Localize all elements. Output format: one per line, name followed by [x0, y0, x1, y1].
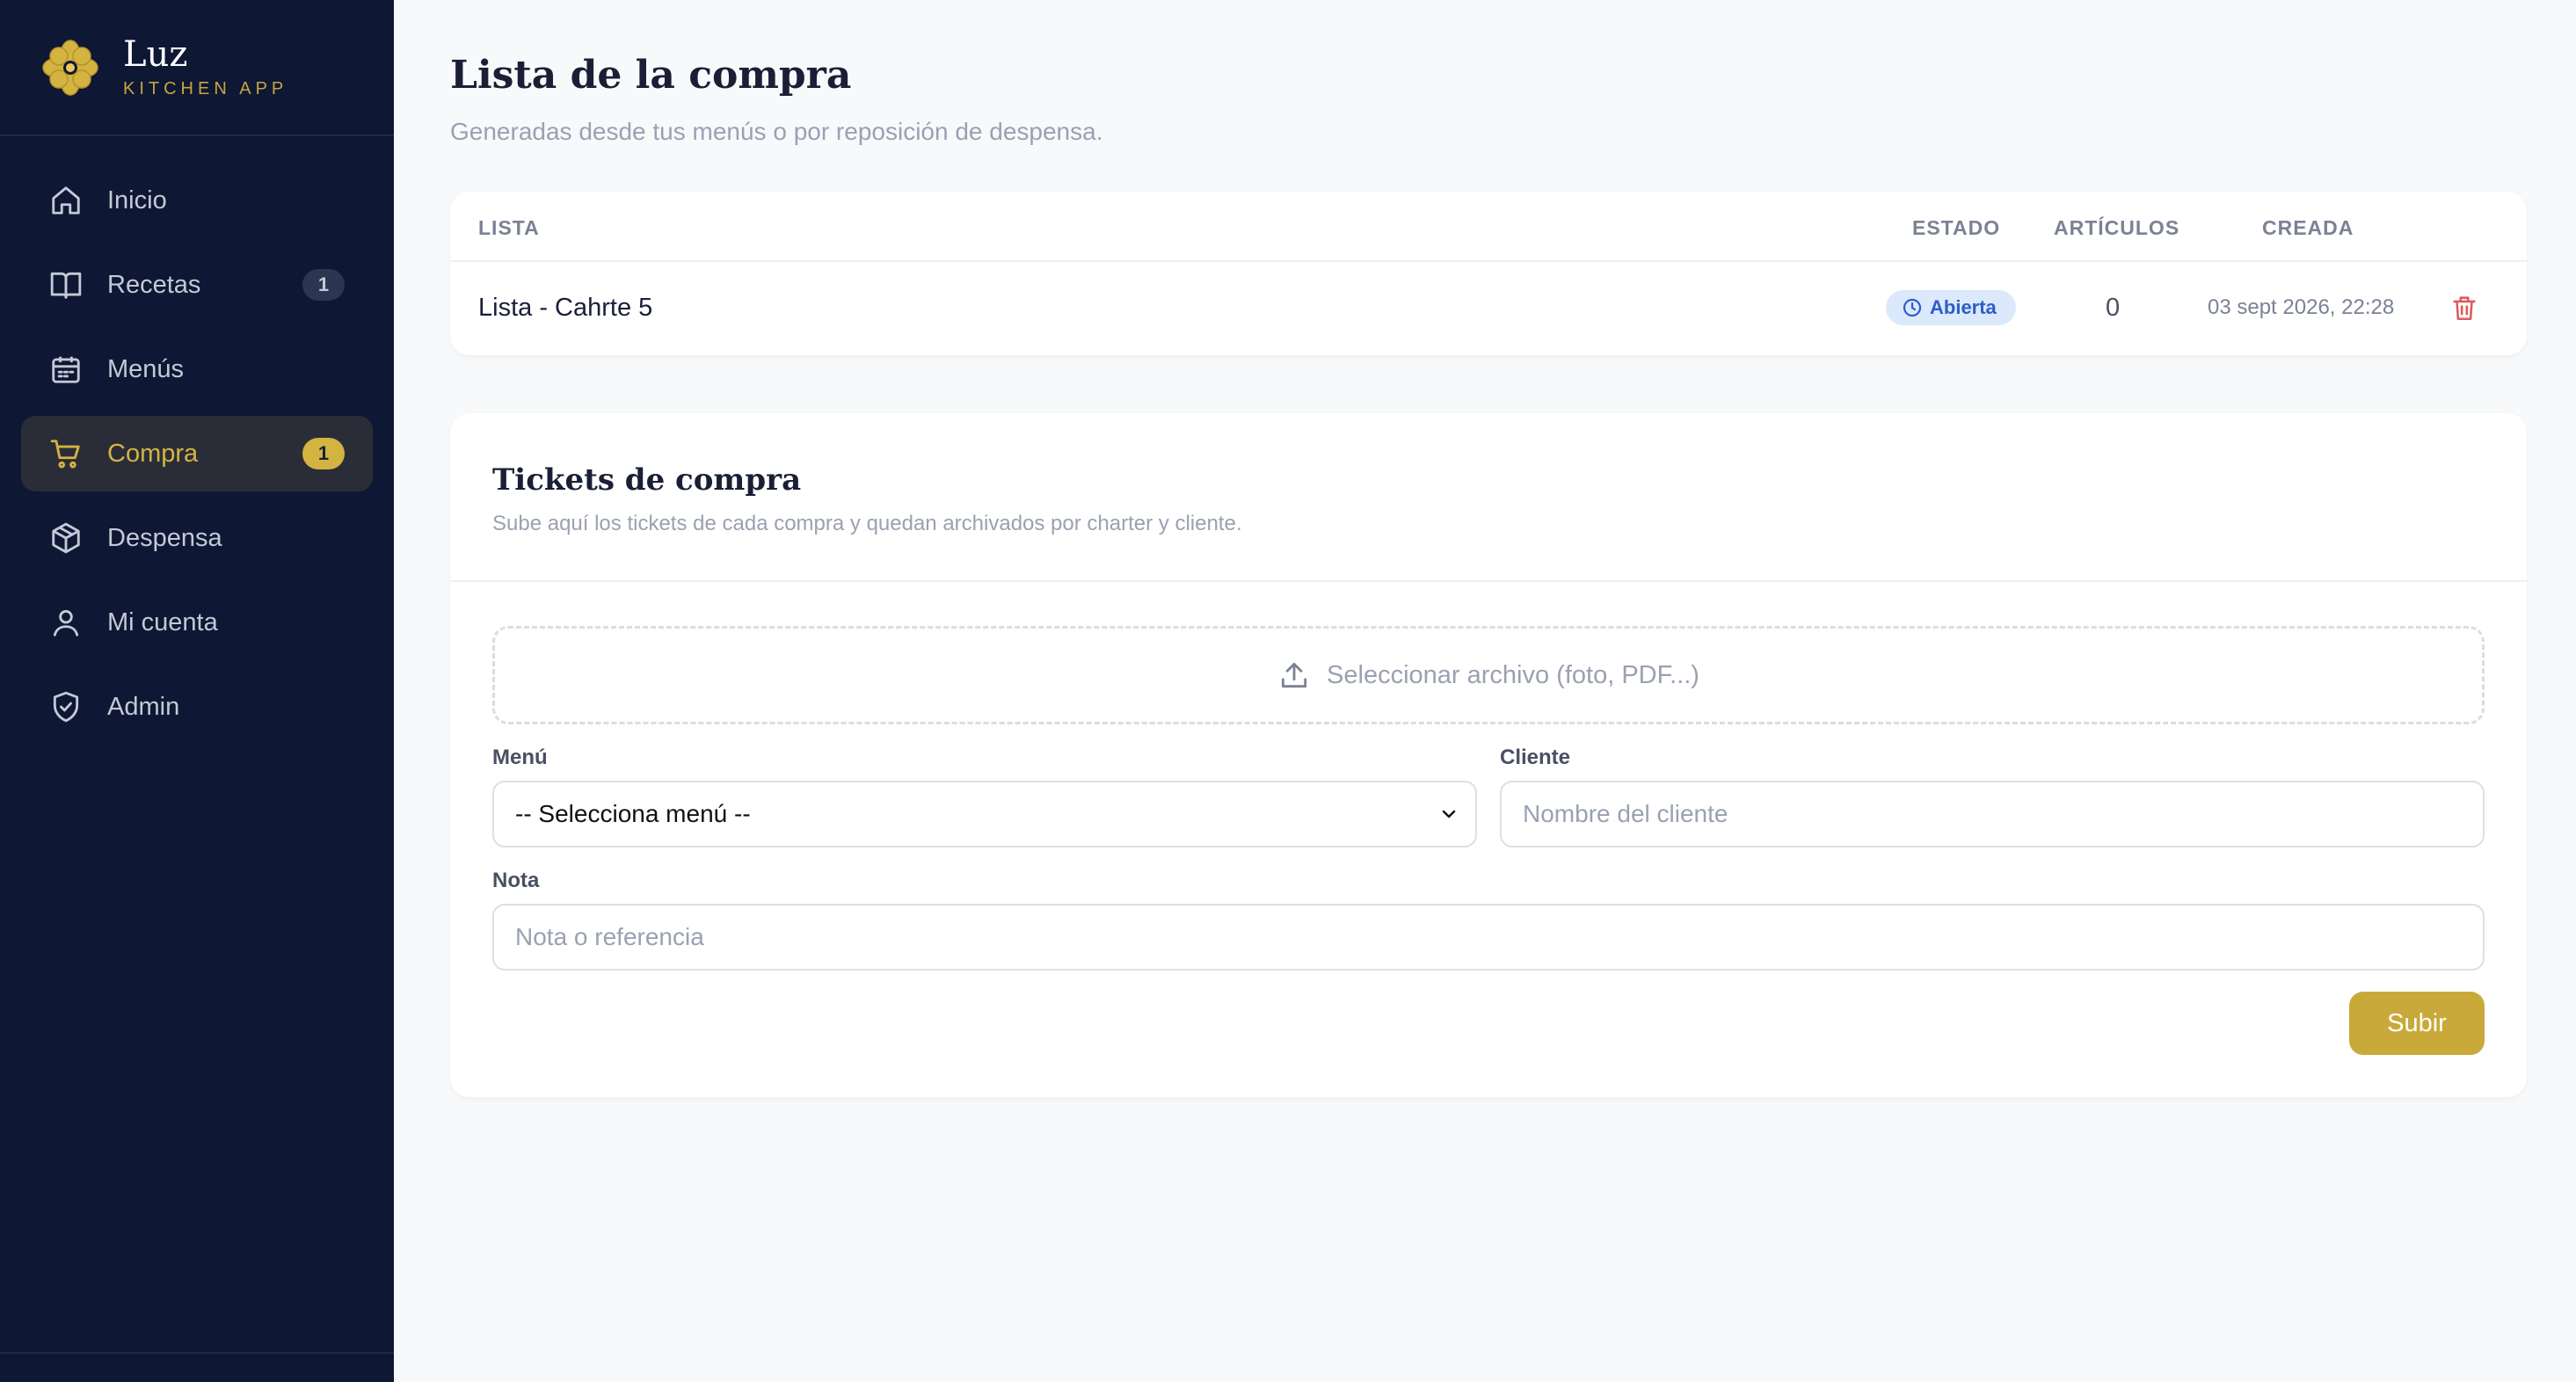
note-label: Nota — [492, 869, 540, 892]
clock-icon — [1903, 298, 1922, 317]
sidebar-item-label: Inicio — [107, 185, 167, 215]
tickets-title: Tickets de compra — [492, 462, 802, 498]
upload-button[interactable]: Subir — [2349, 992, 2485, 1055]
sidebar-item-label: Admin — [107, 692, 180, 721]
flower-logo-icon — [42, 39, 98, 96]
shopping-lists-table: LISTA ESTADO ARTÍCULOS CREADA Lista - Ca… — [450, 192, 2527, 355]
client-label: Cliente — [1500, 746, 1571, 769]
shield-icon — [53, 691, 79, 723]
client-input[interactable]: Nombre del cliente — [1500, 781, 2485, 847]
sidebar-item-label: Compra — [107, 439, 199, 468]
sidebar-item-label: Menús — [107, 354, 185, 383]
sidebar-item-label: Recetas — [107, 270, 201, 299]
status-badge: Abierta — [1886, 290, 2016, 325]
sidebar: Luz KITCHEN APP Inicio Recetas 1 Menús C… — [0, 0, 394, 1382]
status-text: Abierta — [1930, 296, 1997, 318]
sidebar-item-mi-cuenta[interactable]: Mi cuenta — [21, 585, 373, 660]
user-icon — [53, 609, 79, 636]
created-date: 03 sept 2026, 22:28 — [2208, 295, 2395, 319]
recetas-count-badge: 1 — [302, 269, 345, 301]
upload-icon — [1281, 662, 1307, 688]
sidebar-item-label: Despensa — [107, 523, 222, 552]
sidebar-item-compra[interactable]: Compra 1 — [21, 416, 373, 491]
sidebar-item-inicio[interactable]: Inicio — [21, 163, 373, 238]
sidebar-nav: Inicio Recetas 1 Menús Compra 1 Despensa… — [0, 136, 394, 745]
column-header-list[interactable]: LISTA — [478, 216, 540, 240]
file-dropzone[interactable]: Seleccionar archivo (foto, PDF...) — [492, 626, 2485, 724]
client-placeholder: Nombre del cliente — [1523, 800, 1728, 827]
note-input[interactable]: Nota o referencia — [492, 904, 2485, 971]
item-count: 0 — [2106, 293, 2121, 322]
sidebar-item-label: Mi cuenta — [107, 607, 218, 636]
table-row[interactable]: Lista - Cahrte 5 Abierta 0 03 sept 2026,… — [450, 262, 2527, 353]
sidebar-item-recetas[interactable]: Recetas 1 — [21, 247, 373, 323]
book-icon — [50, 272, 82, 299]
tickets-description: Sube aquí los tickets de cada compra y q… — [492, 512, 1242, 535]
file-select-label: Seleccionar archivo (foto, PDF...) — [1327, 660, 1699, 689]
column-header-created[interactable]: CREADA — [2262, 216, 2354, 240]
column-header-items[interactable]: ARTÍCULOS — [2054, 216, 2179, 240]
compra-count-badge: 1 — [302, 438, 345, 469]
list-name-link[interactable]: Lista - Cahrte 5 — [478, 294, 652, 323]
tickets-card: Tickets de compra Sube aquí los tickets … — [450, 413, 2527, 1097]
brand-subtitle: KITCHEN APP — [123, 79, 288, 98]
menu-selected-value: -- Selecciona menú -- — [515, 800, 751, 827]
trash-icon[interactable] — [2449, 293, 2479, 323]
page-subtitle: Generadas desde tus menús o por reposici… — [450, 118, 1103, 145]
chevron-down-icon — [1442, 810, 1456, 818]
box-icon — [52, 522, 80, 554]
menu-select[interactable]: -- Selecciona menú -- — [492, 781, 1477, 847]
sidebar-item-despensa[interactable]: Despensa — [21, 500, 373, 576]
brand[interactable]: Luz KITCHEN APP — [0, 0, 394, 136]
page-title: Lista de la compra — [450, 53, 852, 98]
sidebar-item-admin[interactable]: Admin — [21, 669, 373, 745]
home-icon — [52, 186, 80, 215]
sidebar-footer-divider — [0, 1352, 394, 1354]
sidebar-item-menus[interactable]: Menús — [21, 331, 373, 407]
calendar-icon — [52, 356, 80, 383]
note-placeholder: Nota o referencia — [515, 923, 704, 950]
tickets-header: Tickets de compra Sube aquí los tickets … — [450, 413, 2527, 582]
table-header: LISTA ESTADO ARTÍCULOS CREADA — [450, 192, 2527, 262]
column-header-status[interactable]: ESTADO — [1912, 216, 2000, 240]
menu-label: Menú — [492, 746, 548, 769]
brand-name: Luz — [123, 34, 188, 75]
cart-icon — [50, 440, 80, 469]
